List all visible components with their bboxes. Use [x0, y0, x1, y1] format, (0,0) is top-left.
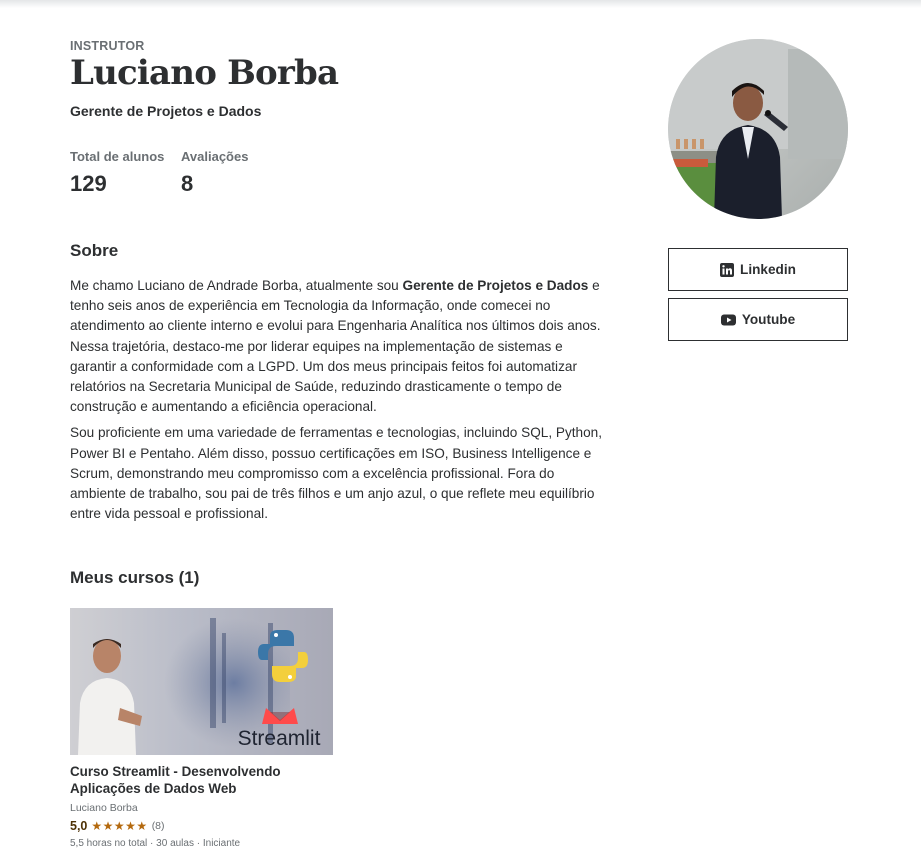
rating-count: (8) — [151, 820, 165, 832]
stat-reviews-label: Avaliações — [181, 149, 249, 164]
course-rating: 5,0 ★★★★★ (8) — [70, 819, 333, 833]
about-title: Sobre — [70, 241, 119, 260]
course-meta: 5,5 horas no total · 30 aulas · Iniciant… — [70, 838, 241, 849]
courses-title: Meus cursos (1) — [70, 568, 200, 587]
about-paragraph-1: Me chamo Luciano de Andrade Borba, atual… — [70, 276, 605, 417]
linkedin-icon — [720, 262, 735, 277]
course-title[interactable]: Curso Streamlit - Desenvolvendo Aplicaçõ… — [70, 763, 330, 797]
linkedin-label: Linkedin — [740, 262, 796, 277]
rating-value: 5,0 — [70, 819, 88, 833]
youtube-icon — [720, 314, 736, 325]
instructor-name: Luciano Borba — [70, 53, 339, 93]
youtube-label: Youtube — [741, 312, 796, 327]
thumbnail-text: Streamlit — [238, 727, 321, 750]
stat-reviews: Avaliações 8 — [181, 149, 248, 197]
youtube-button[interactable]: Youtube — [668, 298, 848, 341]
star-rating-icon: ★★★★★ — [91, 819, 148, 833]
instructor-headline: Gerente de Projetos e Dados — [70, 103, 262, 119]
course-author: Luciano Borba — [70, 802, 138, 814]
stat-students-label: Total de alunos — [70, 149, 165, 164]
linkedin-button[interactable]: Linkedin — [668, 248, 848, 291]
instructor-eyebrow: INSTRUTOR — [70, 39, 145, 53]
about-p1-start: Me chamo Luciano de Andrade Borba, atual… — [70, 278, 403, 293]
about-text: Me chamo Luciano de Andrade Borba, atual… — [70, 276, 605, 530]
stat-students-value: 129 — [70, 171, 107, 196]
about-p1-highlight: Gerente de Projetos e Dados — [402, 278, 589, 293]
course-card[interactable]: Streamlit Curso Streamlit - Desenvolvend… — [70, 608, 333, 849]
stat-reviews-value: 8 — [181, 171, 194, 196]
course-thumbnail[interactable]: Streamlit — [70, 608, 333, 755]
stat-total-students: Total de alunos 129 — [70, 149, 164, 197]
top-shadow — [0, 0, 921, 8]
about-p1-end: e tenho seis anos de experiência em Tecn… — [70, 278, 601, 415]
avatar — [668, 39, 848, 219]
about-paragraph-2: Sou proficiente em uma variedade de ferr… — [70, 425, 602, 522]
